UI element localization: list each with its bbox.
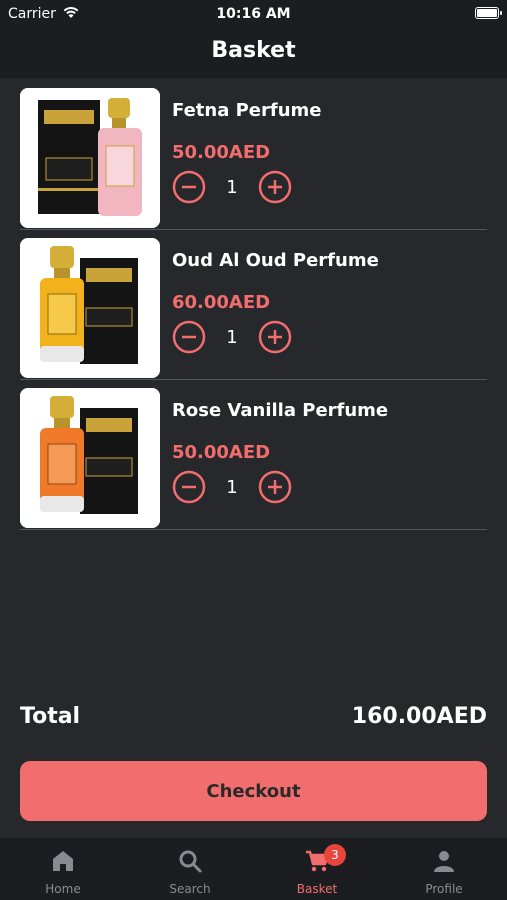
basket-item: Rose Vanilla Perfume 50.00AED 1 <box>0 378 507 530</box>
clock: 10:16 AM <box>216 6 291 22</box>
item-name: Rose Vanilla Perfume <box>172 400 389 421</box>
item-quantity: 1 <box>226 477 238 498</box>
total-label: Total <box>20 704 81 729</box>
basket-item: Fetna Perfume 50.00AED 1 <box>0 78 507 230</box>
basket-item: Oud Al Oud Perfume 60.00AED 1 <box>0 228 507 380</box>
item-price: 60.00AED <box>172 292 271 313</box>
item-name: Fetna Perfume <box>172 100 322 121</box>
tab-label: Search <box>169 882 211 896</box>
plus-icon <box>258 470 292 504</box>
decrease-quantity-button[interactable] <box>172 170 206 204</box>
tab-profile[interactable]: Profile <box>381 838 507 900</box>
person-icon <box>434 851 454 872</box>
search-icon <box>179 850 202 873</box>
plus-icon <box>258 170 292 204</box>
tab-home[interactable]: Home <box>0 838 126 900</box>
total-value: 160.00AED <box>351 704 487 729</box>
page-title: Basket <box>211 38 296 63</box>
checkout-button[interactable]: Checkout <box>20 761 487 821</box>
plus-icon <box>258 320 292 354</box>
tab-label: Profile <box>425 882 463 896</box>
tab-label: Home <box>45 882 81 896</box>
minus-icon <box>172 470 206 504</box>
item-quantity: 1 <box>226 327 238 348</box>
product-image[interactable] <box>20 238 160 378</box>
item-price: 50.00AED <box>172 442 271 463</box>
increase-quantity-button[interactable] <box>258 170 292 204</box>
tab-label: Basket <box>296 882 338 896</box>
minus-icon <box>172 320 206 354</box>
tab-bar: Home Search 3 Basket Profile <box>0 838 507 900</box>
cart-count-badge: 3 <box>324 844 346 866</box>
home-icon <box>53 851 73 871</box>
increase-quantity-button[interactable] <box>258 320 292 354</box>
decrease-quantity-button[interactable] <box>172 470 206 504</box>
product-image[interactable] <box>20 388 160 528</box>
battery-icon <box>475 7 502 19</box>
decrease-quantity-button[interactable] <box>172 320 206 354</box>
product-image[interactable] <box>20 88 160 228</box>
tab-search[interactable]: Search <box>127 838 253 900</box>
item-quantity: 1 <box>226 177 238 198</box>
divider <box>20 529 487 530</box>
item-price: 50.00AED <box>172 142 271 163</box>
tab-basket[interactable]: 3 Basket <box>254 838 380 900</box>
nav-bar: Basket <box>0 28 507 78</box>
minus-icon <box>172 170 206 204</box>
item-name: Oud Al Oud Perfume <box>172 250 379 271</box>
status-bar: Carrier 10:16 AM <box>0 0 507 28</box>
increase-quantity-button[interactable] <box>258 470 292 504</box>
